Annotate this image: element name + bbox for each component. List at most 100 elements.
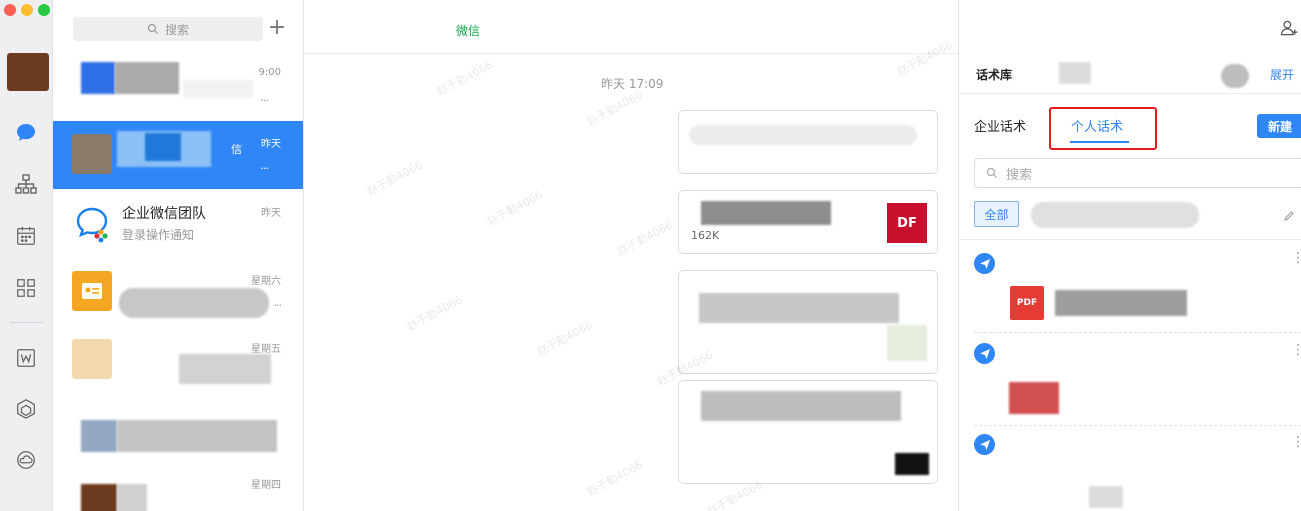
redacted-block [689,125,917,145]
redacted-block [701,201,831,225]
redacted-block [145,133,181,161]
panel-divider [959,93,1301,94]
avatar [81,484,117,511]
chat-time: 星期五 [251,344,281,355]
redacted-block [117,420,277,452]
message-bubble[interactable] [678,110,938,174]
redacted-block [1055,290,1187,316]
apps-grid-icon[interactable] [13,275,39,301]
search-icon [986,167,997,178]
close-window-button[interactable] [4,4,16,16]
annotation-highlight-box [1049,107,1157,150]
chat-conversation-pane: 微信 昨天 17:09 162K DF 赵于勤4066 赵于勤4066 赵于勤4… [304,0,958,511]
chat-list-item[interactable]: 企业微信团队 登录操作通知 昨天 [53,190,303,258]
new-script-button-label: 新建 [1267,119,1292,134]
script-search-input[interactable]: 搜索 [974,158,1301,188]
wecom-logo-icon [72,203,112,243]
user-avatar[interactable] [7,53,49,91]
category-chip-all-label: 全部 [984,207,1009,222]
left-rail [0,0,53,511]
redacted-block [701,391,901,421]
panel-title: 话术库 [976,68,1013,82]
pdf-file-label: PDF [1016,298,1038,308]
script-divider [974,332,1301,333]
watermark: 赵于勤4066 [584,88,645,129]
chat-list-item[interactable]: 星期六 ... [53,258,303,326]
chat-list-pane: 搜索 + 9:00 ... 信 昨天 ... 企业微信团队 登录操作通知 昨天 … [53,0,304,511]
pdf-file-icon: DF [887,203,927,243]
chat-search-placeholder: 搜索 [164,22,189,37]
redacted-block [895,453,929,475]
cloud-drive-icon[interactable] [13,447,39,473]
chat-name-fragment: 信 [231,143,242,156]
chat-list-item-active[interactable]: 信 昨天 ... [53,121,303,189]
chat-time: 9:00 [258,67,281,78]
watermark: 赵于勤4066 [614,218,675,259]
add-contact-icon[interactable] [1279,18,1299,42]
edit-pencil-icon[interactable] [1283,207,1295,226]
avatar [81,420,117,452]
org-chart-icon[interactable] [13,171,39,197]
redacted-block [119,288,269,318]
redacted-block [1009,382,1059,414]
message-day-stamp: 昨天 17:09 [601,77,664,91]
send-script-icon[interactable] [974,343,995,364]
more-options-icon[interactable]: ⋮ [1291,251,1301,265]
chat-list-item[interactable] [53,394,303,462]
file-message-bubble[interactable]: 162K DF [678,190,938,254]
zoom-window-button[interactable] [38,4,50,16]
chat-name: 企业微信团队 [122,206,206,222]
chat-more-dots: ... [260,159,269,172]
file-size: 162K [691,229,720,242]
send-script-icon[interactable] [974,253,995,274]
list-divider [959,239,1301,240]
category-chip-all[interactable]: 全部 [974,201,1019,227]
pdf-file-icon: PDF [1010,286,1044,320]
chat-search-input[interactable]: 搜索 [73,17,263,41]
chat-time: 昨天 [261,208,281,219]
window-controls [4,4,50,16]
minimize-window-button[interactable] [21,4,33,16]
avatar [81,62,115,94]
chat-list-item[interactable]: 9:00 ... [53,53,303,121]
new-chat-plus-button[interactable]: + [266,16,288,40]
send-script-icon[interactable] [974,434,995,455]
watermark: 赵于勤4066 [584,458,645,499]
redacted-block [887,325,927,361]
watermark: 赵于勤4066 [364,158,425,199]
watermark: 赵于勤4066 [404,293,465,334]
folder-contact-icon [72,271,112,311]
document-w-icon[interactable] [13,345,39,371]
message-bubble[interactable] [678,270,938,374]
search-icon [147,23,158,34]
redacted-block [183,80,253,98]
tab-corporate-scripts[interactable]: 企业话术 [974,116,1026,135]
chat-list-item[interactable]: 星期四 [53,462,303,511]
calendar-icon[interactable] [13,223,39,249]
script-library-panel: 话术库 展开 企业话术 个人话术 新建 搜索 全部 ⋮ PDF ⋮ ⋮ [958,0,1301,511]
cube-icon[interactable] [13,396,39,422]
message-icon[interactable] [13,120,39,146]
script-divider [974,425,1301,426]
redacted-block [117,484,147,511]
redacted-block [1221,64,1249,88]
redacted-block [1059,62,1091,84]
chat-time: 星期四 [251,480,281,491]
redacted-block [1089,486,1123,508]
rail-divider [10,322,43,323]
watermark: 赵于勤4066 [484,188,545,229]
new-script-button[interactable]: 新建 [1257,114,1301,138]
chat-header-wechat-tag: 微信 [456,24,481,38]
chat-header: 微信 [304,0,958,54]
more-options-icon[interactable]: ⋮ [1291,343,1301,357]
avatar [72,339,112,379]
chat-more-dots: ... [260,91,269,104]
expand-link[interactable]: 展开 [1270,66,1294,83]
avatar [72,134,112,174]
redacted-block [115,62,179,94]
chat-list-item[interactable]: 星期五 [53,326,303,394]
chat-preview: 登录操作通知 [122,228,195,242]
more-options-icon[interactable]: ⋮ [1291,435,1301,449]
message-bubble[interactable] [678,380,938,484]
app-window: 搜索 + 9:00 ... 信 昨天 ... 企业微信团队 登录操作通知 昨天 … [0,0,1301,511]
